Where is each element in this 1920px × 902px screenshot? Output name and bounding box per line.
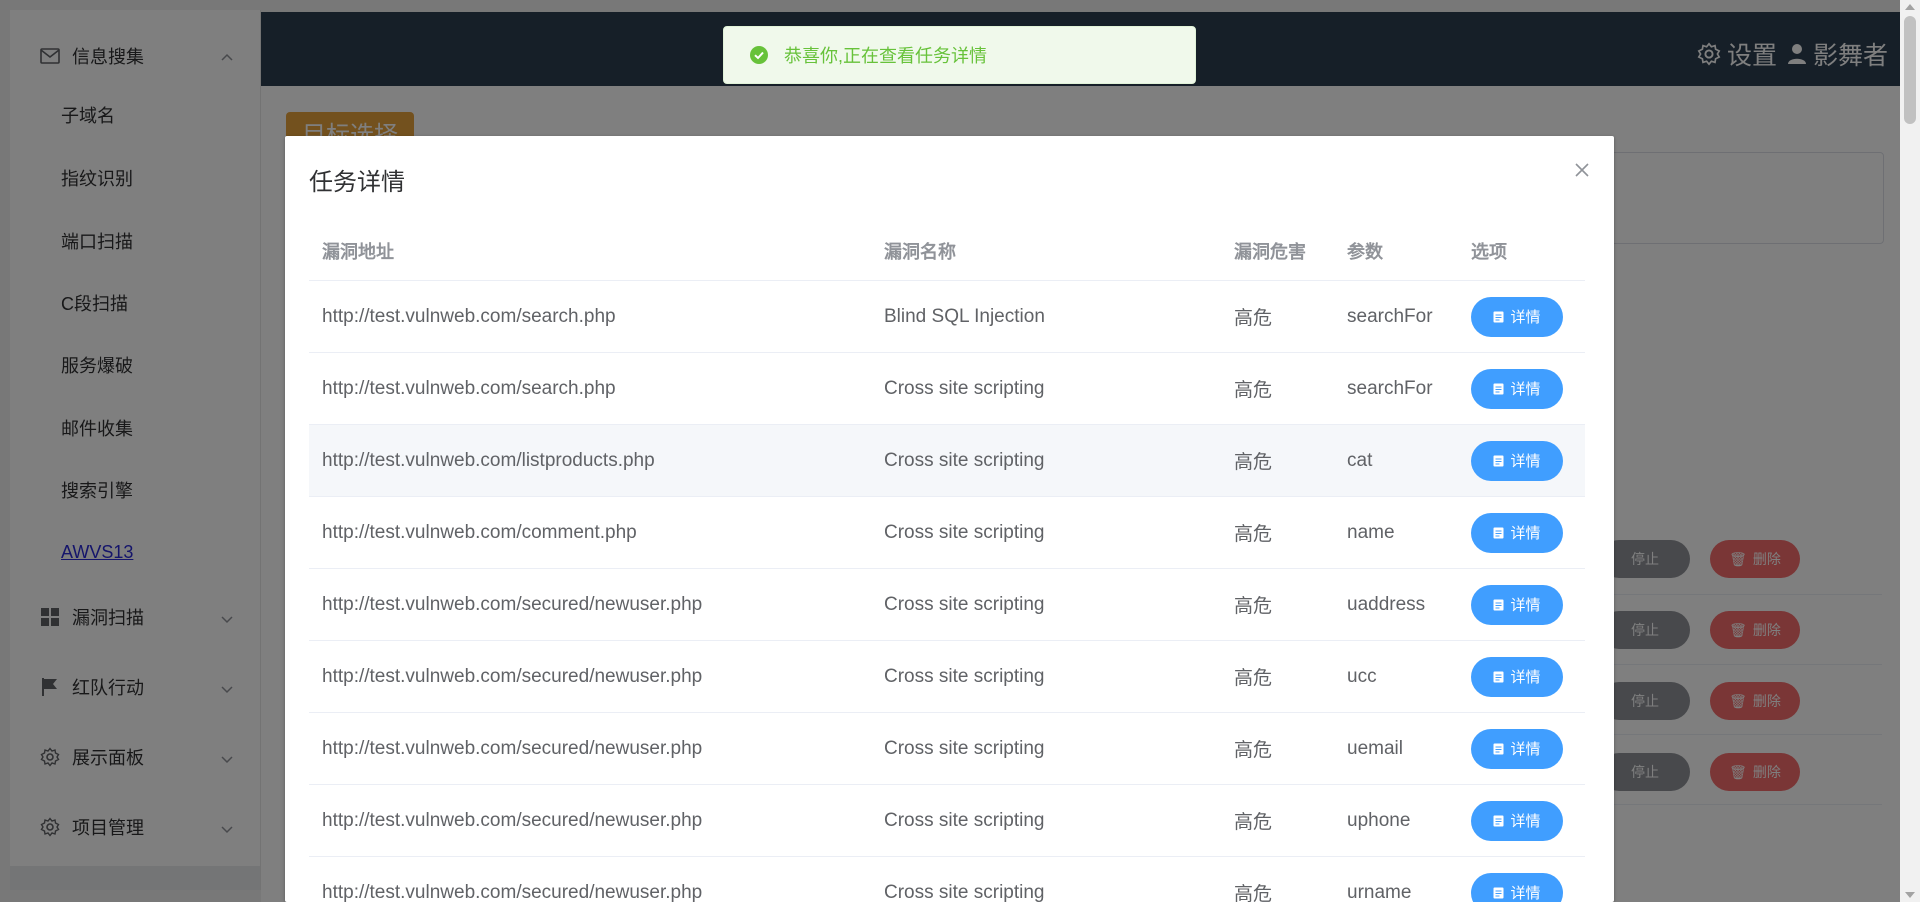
cell-url: http://test.vulnweb.com/secured/newuser.… — [322, 809, 703, 831]
cell-severity: 高危 — [1234, 740, 1273, 761]
document-icon — [1493, 743, 1504, 754]
cell-url: http://test.vulnweb.com/secured/newuser.… — [322, 737, 703, 759]
cell-url: http://test.vulnweb.com/search.php — [322, 305, 616, 327]
detail-label: 详情 — [1510, 453, 1541, 470]
cell-url: http://test.vulnweb.com/secured/newuser.… — [322, 593, 703, 615]
detail-label: 详情 — [1510, 741, 1541, 758]
detail-label: 详情 — [1510, 885, 1541, 902]
table-row: http://test.vulnweb.com/secured/newuser.… — [309, 857, 1585, 902]
cell-vuln-name: Cross site scripting — [884, 809, 1045, 831]
toast-message: 恭喜你,正在查看任务详情 — [784, 46, 987, 66]
cell-vuln-name: Cross site scripting — [884, 521, 1045, 543]
check-circle-icon — [750, 46, 768, 64]
cell-param: name — [1347, 521, 1395, 543]
table-header-row: 漏洞地址 漏洞名称 漏洞危害 参数 选项 — [309, 238, 1585, 281]
cell-vuln-name: Cross site scripting — [884, 881, 1045, 902]
cell-vuln-name: Cross site scripting — [884, 665, 1045, 687]
cell-severity: 高危 — [1234, 308, 1273, 329]
cell-param: uphone — [1347, 809, 1411, 831]
cell-url: http://test.vulnweb.com/secured/newuser.… — [322, 665, 703, 687]
table-row: http://test.vulnweb.com/listproducts.php… — [309, 425, 1585, 497]
detail-button[interactable]: 详情 — [1471, 296, 1563, 337]
page-scrollbar[interactable] — [1900, 0, 1920, 902]
detail-label: 详情 — [1510, 597, 1541, 614]
cell-vuln-name: Blind SQL Injection — [884, 305, 1045, 327]
cell-param: uemail — [1347, 737, 1403, 759]
cell-param: searchFor — [1347, 377, 1433, 399]
cell-severity: 高危 — [1234, 524, 1273, 545]
table-row: http://test.vulnweb.com/search.php Blind… — [309, 281, 1585, 353]
document-icon — [1493, 527, 1504, 538]
scroll-up-arrow-icon[interactable] — [1905, 4, 1915, 10]
document-icon — [1493, 383, 1504, 394]
table-row: http://test.vulnweb.com/secured/newuser.… — [309, 785, 1585, 857]
cell-severity: 高危 — [1234, 452, 1273, 473]
table-row: http://test.vulnweb.com/search.php Cross… — [309, 353, 1585, 425]
scroll-down-arrow-icon[interactable] — [1905, 892, 1915, 898]
table-row: http://test.vulnweb.com/secured/newuser.… — [309, 641, 1585, 713]
cell-severity: 高危 — [1234, 668, 1273, 689]
table-row: http://test.vulnweb.com/secured/newuser.… — [309, 569, 1585, 641]
success-toast: 恭喜你,正在查看任务详情 — [723, 26, 1196, 84]
cell-severity: 高危 — [1234, 596, 1273, 617]
detail-button[interactable]: 详情 — [1471, 512, 1563, 553]
cell-param: urname — [1347, 881, 1412, 902]
close-icon[interactable] — [1574, 162, 1590, 178]
cell-url: http://test.vulnweb.com/search.php — [322, 377, 616, 399]
cell-url: http://test.vulnweb.com/secured/newuser.… — [322, 881, 703, 902]
document-icon — [1493, 599, 1504, 610]
cell-vuln-name: Cross site scripting — [884, 737, 1045, 759]
detail-label: 详情 — [1510, 525, 1541, 542]
scroll-thumb[interactable] — [1904, 16, 1916, 124]
detail-label: 详情 — [1510, 309, 1541, 326]
document-icon — [1493, 455, 1504, 466]
cell-param: ucc — [1347, 665, 1377, 687]
vuln-table: 漏洞地址 漏洞名称 漏洞危害 参数 选项 http://test.vulnweb… — [309, 238, 1585, 902]
detail-button[interactable]: 详情 — [1471, 656, 1563, 697]
detail-button[interactable]: 详情 — [1471, 584, 1563, 625]
detail-label: 详情 — [1510, 669, 1541, 686]
cell-severity: 高危 — [1234, 812, 1273, 833]
task-detail-dialog: 任务详情 漏洞地址 漏洞名称 漏洞危害 参数 选项 http://test.vu… — [285, 136, 1614, 902]
document-icon — [1493, 815, 1504, 826]
detail-button[interactable]: 详情 — [1471, 872, 1563, 902]
dialog-title: 任务详情 — [309, 169, 405, 196]
cell-vuln-name: Cross site scripting — [884, 449, 1045, 471]
cell-param: searchFor — [1347, 305, 1433, 327]
detail-label: 详情 — [1510, 381, 1541, 398]
document-icon — [1493, 311, 1504, 322]
detail-button[interactable]: 详情 — [1471, 440, 1563, 481]
detail-button[interactable]: 详情 — [1471, 728, 1563, 769]
cell-vuln-name: Cross site scripting — [884, 593, 1045, 615]
column-header-url: 漏洞地址 — [322, 242, 394, 262]
column-header-name: 漏洞名称 — [884, 242, 956, 262]
column-header-severity: 漏洞危害 — [1234, 242, 1306, 262]
cell-severity: 高危 — [1234, 884, 1273, 902]
table-row: http://test.vulnweb.com/comment.php Cros… — [309, 497, 1585, 569]
cell-severity: 高危 — [1234, 380, 1273, 401]
column-header-options: 选项 — [1471, 242, 1507, 262]
detail-button[interactable]: 详情 — [1471, 368, 1563, 409]
cell-vuln-name: Cross site scripting — [884, 377, 1045, 399]
cell-url: http://test.vulnweb.com/comment.php — [322, 521, 637, 543]
cell-param: uaddress — [1347, 593, 1426, 615]
detail-button[interactable]: 详情 — [1471, 800, 1563, 841]
column-header-param: 参数 — [1347, 242, 1383, 262]
cell-url: http://test.vulnweb.com/listproducts.php — [322, 449, 655, 471]
document-icon — [1493, 887, 1504, 898]
cell-param: cat — [1347, 449, 1373, 471]
detail-label: 详情 — [1510, 813, 1541, 830]
table-row: http://test.vulnweb.com/secured/newuser.… — [309, 713, 1585, 785]
document-icon — [1493, 671, 1504, 682]
